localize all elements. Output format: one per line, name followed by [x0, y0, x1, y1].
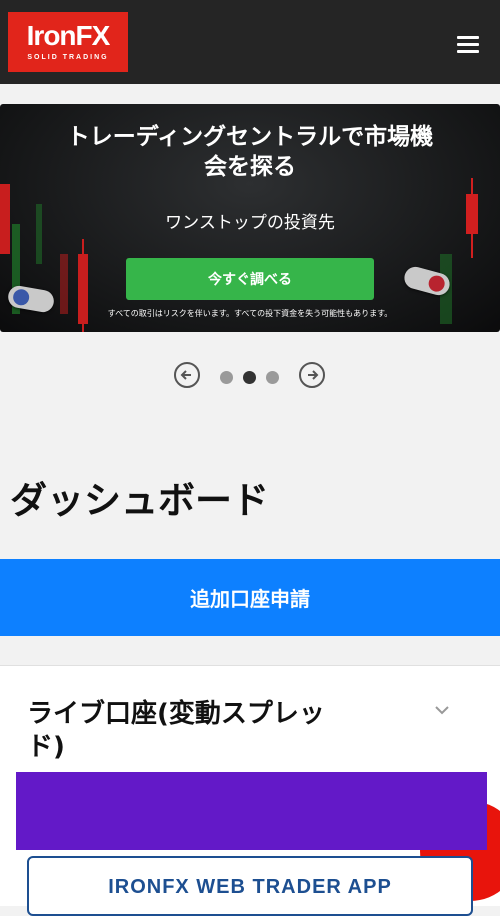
ironfx-logo[interactable]: IronFX SOLID TRADING	[8, 12, 128, 72]
redacted-block	[16, 772, 487, 850]
hamburger-menu-icon[interactable]	[452, 33, 486, 57]
carousel-controls	[174, 362, 326, 392]
page-title: ダッシュボード	[10, 479, 269, 522]
carousel-dot-3[interactable]	[266, 371, 279, 384]
candle-decor	[471, 178, 473, 258]
banner-title: トレーディングセントラルで市場機会を探る	[66, 124, 434, 180]
account-title: ライブ口座(変動スプレッド)	[27, 699, 325, 762]
carousel-dot-1[interactable]	[220, 371, 233, 384]
candle-decor	[0, 184, 10, 254]
promo-banner[interactable]: トレーディングセントラルで市場機会を探る ワンストップの投資先 今すぐ調べる す…	[0, 104, 500, 332]
uk-flag-icon	[426, 273, 447, 294]
chevron-down-icon[interactable]	[432, 702, 452, 716]
logo-tagline: SOLID TRADING	[27, 54, 109, 61]
arrow-left-icon[interactable]	[174, 362, 200, 388]
us-flag-icon	[11, 287, 31, 307]
candle-decor	[36, 204, 42, 264]
webtrader-app-button[interactable]: IRONFX WEB TRADER APP	[27, 856, 473, 916]
arrow-right-icon[interactable]	[299, 362, 325, 388]
top-bar: IronFX SOLID TRADING	[0, 0, 500, 84]
live-account-card: ライブ口座(変動スプレッド) IRONFX WEB TRADER APP	[0, 665, 500, 916]
risk-disclaimer: すべての取引はリスクを伴います。すべての投下資金を失う可能性もあります。	[107, 309, 393, 318]
carousel-dot-2[interactable]	[243, 371, 256, 384]
candle-decor	[60, 254, 68, 314]
add-account-button[interactable]: 追加口座申請	[0, 559, 500, 636]
explore-now-button[interactable]: 今すぐ調べる	[126, 258, 374, 300]
banner-subtitle: ワンストップの投資先	[165, 213, 335, 233]
logo-text: IronFX	[26, 20, 111, 51]
